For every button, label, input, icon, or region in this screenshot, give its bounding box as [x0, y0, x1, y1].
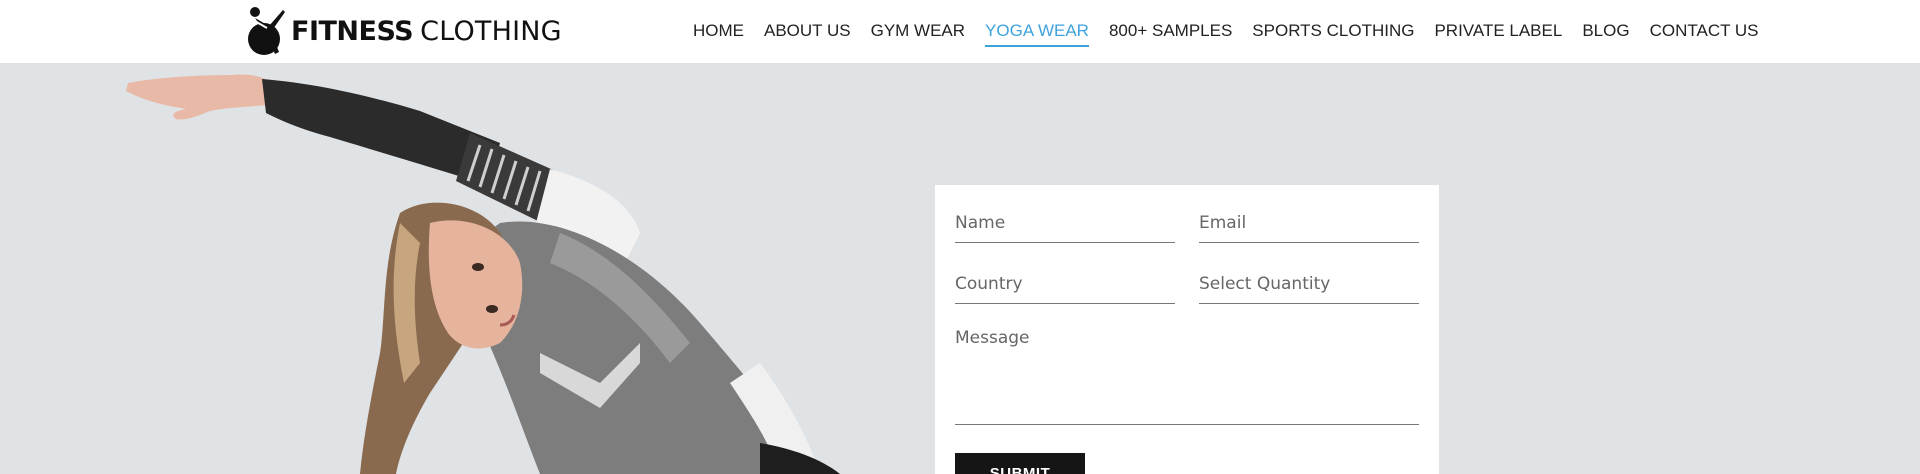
inquiry-form: Select Quantity SUBMIT: [935, 185, 1439, 474]
country-field-wrapper: [955, 264, 1175, 304]
main-nav: HOME ABOUT US GYM WEAR YOGA WEAR 800+ SA…: [693, 0, 1759, 63]
email-input[interactable]: [1199, 203, 1419, 242]
brand-name: FITNESS CLOTHING: [291, 16, 562, 47]
hero-section: Select Quantity SUBMIT: [0, 63, 1920, 474]
nav-home[interactable]: HOME: [693, 21, 744, 47]
quantity-select[interactable]: Select Quantity: [1199, 264, 1419, 303]
model-yoga-photo: [126, 74, 840, 474]
message-field-wrapper: [955, 328, 1419, 425]
name-field-wrapper: [955, 203, 1175, 243]
nav-blog[interactable]: BLOG: [1582, 21, 1629, 47]
country-input[interactable]: [955, 264, 1175, 303]
nav-private-label[interactable]: PRIVATE LABEL: [1434, 21, 1562, 47]
brand-name-bold: FITNESS: [291, 15, 414, 47]
message-textarea[interactable]: [955, 328, 1419, 424]
submit-button[interactable]: SUBMIT: [955, 453, 1085, 474]
athlete-ball-icon: [248, 7, 285, 55]
brand-logo[interactable]: FITNESS CLOTHING: [245, 3, 562, 59]
nav-contact-us[interactable]: CONTACT US: [1650, 21, 1759, 47]
nav-samples[interactable]: 800+ SAMPLES: [1109, 21, 1232, 47]
nav-about-us[interactable]: ABOUT US: [764, 21, 851, 47]
email-field-wrapper: [1199, 203, 1419, 243]
nav-gym-wear[interactable]: GYM WEAR: [871, 21, 965, 47]
quantity-field-wrapper: Select Quantity: [1199, 264, 1419, 304]
site-header: FITNESS CLOTHING HOME ABOUT US GYM WEAR Y…: [0, 0, 1920, 63]
brand-name-light: CLOTHING: [420, 15, 562, 47]
nav-yoga-wear[interactable]: YOGA WEAR: [985, 21, 1089, 47]
nav-sports-clothing[interactable]: SPORTS CLOTHING: [1252, 21, 1414, 47]
name-input[interactable]: [955, 203, 1175, 242]
